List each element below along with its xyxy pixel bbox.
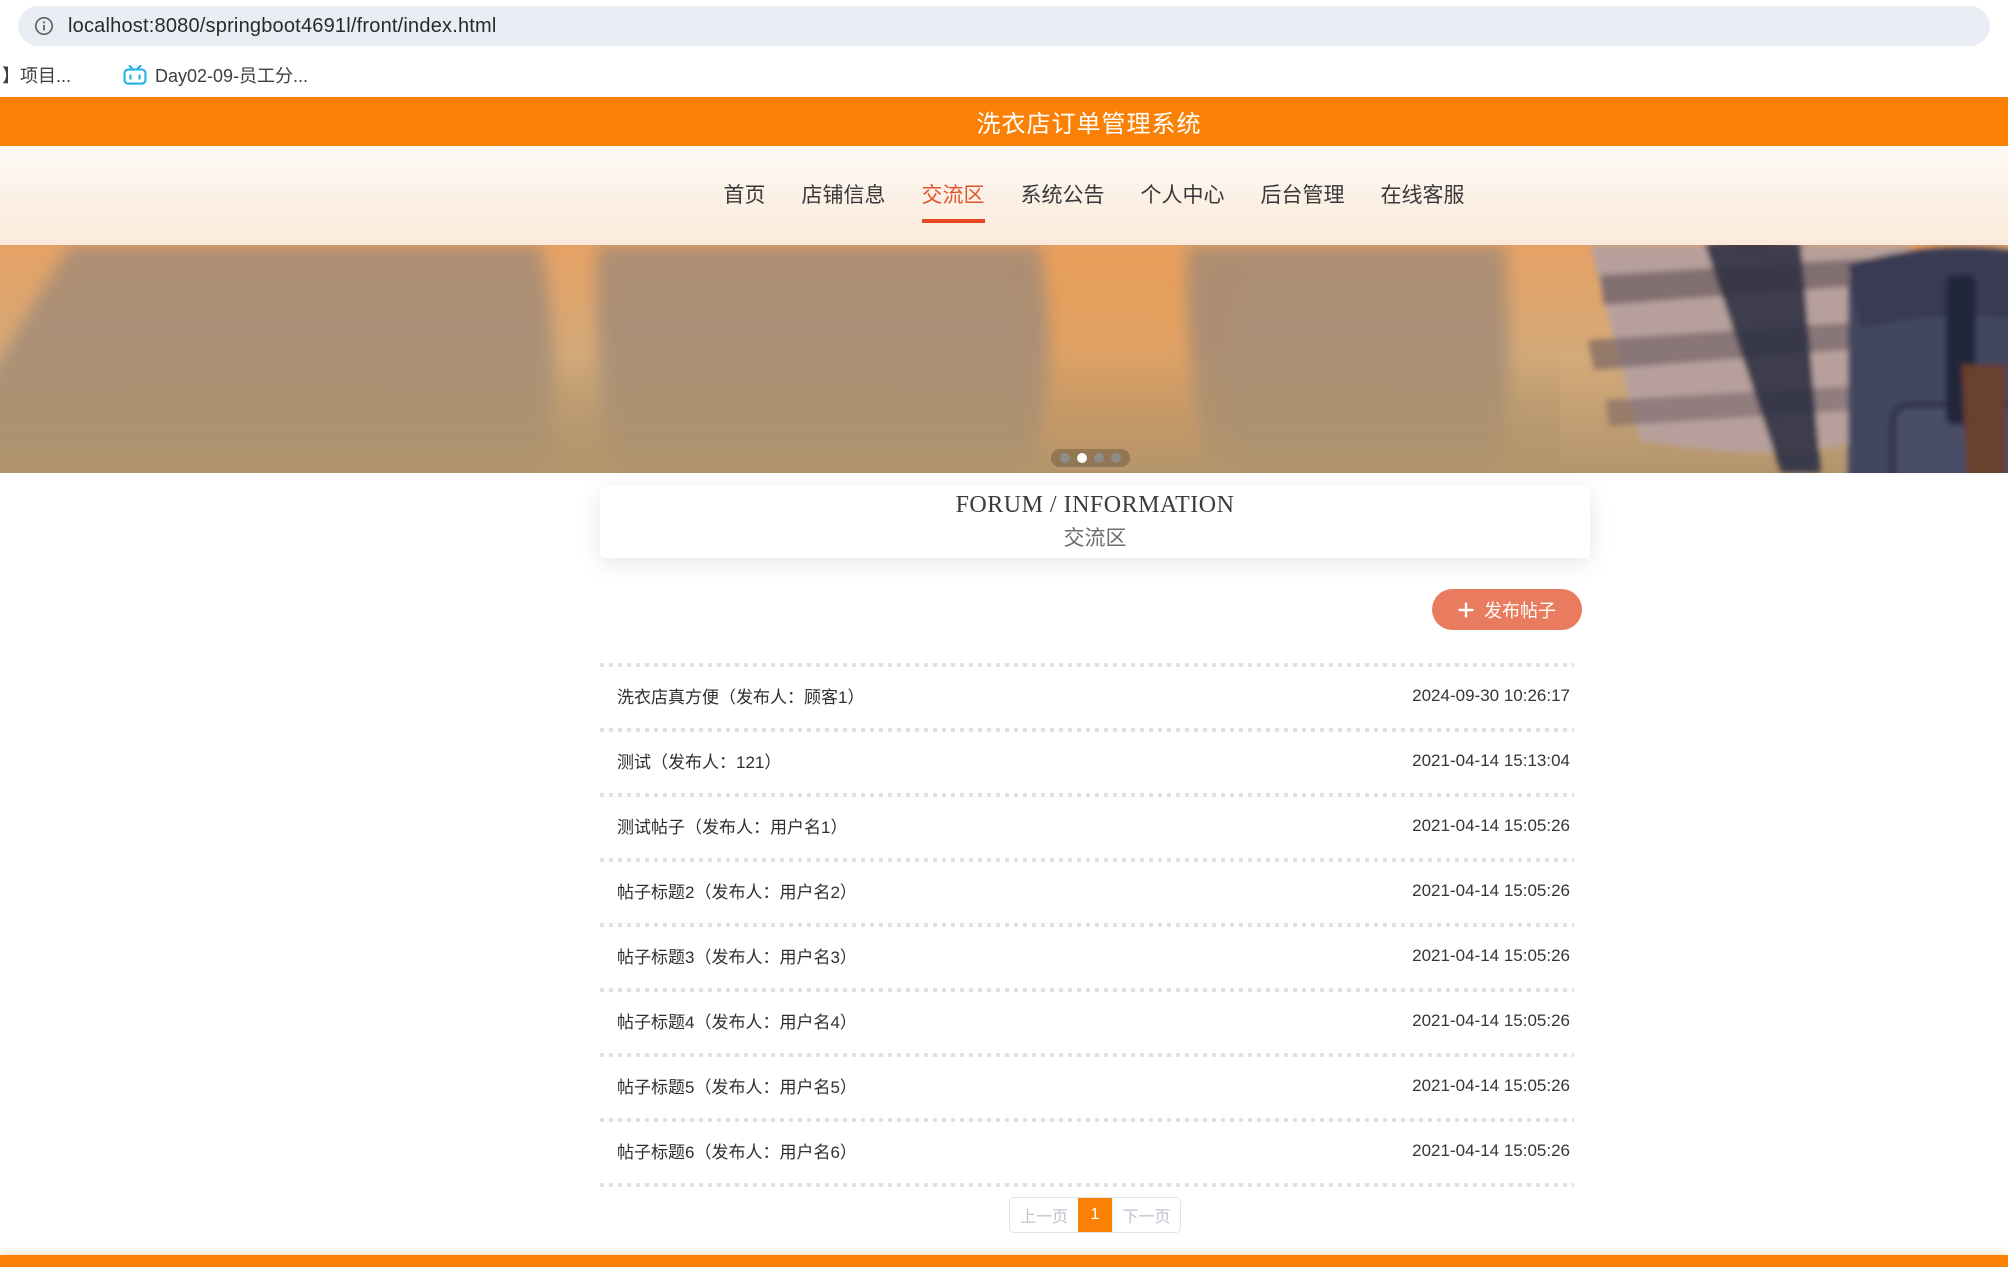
bookmark-label: 】项目...: [2, 65, 72, 86]
post-row[interactable]: 洗衣店真方便（发布人：顾客1） 2024-09-30 10:26:17: [600, 663, 1590, 728]
site-header: 洗衣店订单管理系统: [0, 97, 2008, 146]
section-header-card: FORUM / INFORMATION 交流区: [600, 486, 1590, 558]
main-content: FORUM / INFORMATION 交流区 发布帖子 洗衣店真方便（发布人：…: [600, 486, 1590, 1255]
current-page-button[interactable]: 1: [1078, 1198, 1112, 1232]
post-title: 测试帖子（发布人：用户名1）: [617, 818, 848, 837]
carousel-dot[interactable]: [1077, 453, 1087, 463]
post-timestamp: 2024-09-30 10:26:17: [1412, 685, 1570, 705]
url-bar[interactable]: localhost:8080/springboot4691l/front/ind…: [18, 6, 1990, 46]
post-title: 帖子标题2（发布人：用户名2）: [617, 883, 857, 902]
new-post-label: 发布帖子: [1484, 600, 1556, 621]
post-title: 测试（发布人：121）: [617, 753, 782, 772]
carousel-dot[interactable]: [1060, 453, 1070, 463]
actions-row: 发布帖子: [600, 589, 1590, 630]
main-nav: 首页 店铺信息 交流区 系统公告 个人中心 后台管理 在线客服: [724, 179, 1465, 245]
post-timestamp: 2021-04-14 15:13:04: [1412, 750, 1570, 770]
site-title: 洗衣店订单管理系统: [976, 111, 1202, 138]
post-row[interactable]: 帖子标题6（发布人：用户名6） 2021-04-14 15:05:26: [600, 1118, 1590, 1183]
post-row[interactable]: 帖子标题3（发布人：用户名3） 2021-04-14 15:05:26: [600, 923, 1590, 988]
bilibili-icon: [123, 64, 147, 85]
next-page-button[interactable]: 下一页: [1112, 1198, 1180, 1232]
post-timestamp: 2021-04-14 15:05:26: [1412, 1075, 1570, 1095]
nav-item[interactable]: 首页: [724, 179, 766, 223]
new-post-button[interactable]: 发布帖子: [1432, 589, 1582, 630]
post-row[interactable]: 测试（发布人：121） 2021-04-14 15:13:04: [600, 728, 1590, 793]
post-title: 洗衣店真方便（发布人：顾客1）: [617, 688, 865, 707]
nav-item[interactable]: 在线客服: [1381, 179, 1465, 223]
post-row[interactable]: 帖子标题2（发布人：用户名2） 2021-04-14 15:05:26: [600, 858, 1590, 923]
bookmark-day02[interactable]: Day02-09-员工分...: [123, 62, 308, 88]
post-timestamp: 2021-04-14 15:05:26: [1412, 1010, 1570, 1030]
bookmark-project[interactable]: 】项目...: [2, 62, 71, 88]
carousel-dots: [1051, 449, 1130, 467]
section-title: 交流区: [1063, 526, 1127, 550]
post-row[interactable]: 帖子标题4（发布人：用户名4） 2021-04-14 15:05:26: [600, 988, 1590, 1053]
post-timestamp: 2021-04-14 15:05:26: [1412, 945, 1570, 965]
post-list: 洗衣店真方便（发布人：顾客1） 2024-09-30 10:26:17 测试（发…: [600, 663, 1590, 1187]
nav-band: 首页 店铺信息 交流区 系统公告 个人中心 后台管理 在线客服: [0, 146, 2008, 245]
post-title: 帖子标题6（发布人：用户名6）: [617, 1143, 857, 1162]
post-timestamp: 2021-04-14 15:05:26: [1412, 880, 1570, 900]
nav-item[interactable]: 个人中心: [1141, 179, 1225, 223]
nav-item[interactable]: 后台管理: [1261, 179, 1345, 223]
nav-item[interactable]: 系统公告: [1021, 179, 1105, 223]
nav-item[interactable]: 店铺信息: [802, 179, 886, 223]
browser-toolbar: localhost:8080/springboot4691l/front/ind…: [0, 0, 2008, 52]
plus-icon: [1458, 601, 1474, 618]
bookmark-label: Day02-09-员工分...: [155, 65, 309, 86]
post-title: 帖子标题5（发布人：用户名5）: [617, 1078, 857, 1097]
pagination-row: 上一页 1 下一页: [600, 1197, 1590, 1233]
url-text[interactable]: localhost:8080/springboot4691l/front/ind…: [68, 15, 497, 38]
hero-banner-image: [0, 245, 2008, 473]
carousel-dot[interactable]: [1111, 453, 1121, 463]
nav-item[interactable]: 交流区: [921, 179, 985, 223]
post-row[interactable]: 帖子标题5（发布人：用户名5） 2021-04-14 15:05:26: [600, 1053, 1590, 1118]
site-footer: [0, 1255, 2008, 1267]
pagination: 上一页 1 下一页: [1009, 1197, 1181, 1233]
post-timestamp: 2021-04-14 15:05:26: [1412, 815, 1570, 835]
prev-page-button[interactable]: 上一页: [1010, 1198, 1078, 1232]
bookmarks-bar: 】项目... Day02-09-员工分...: [0, 52, 2008, 97]
post-title: 帖子标题3（发布人：用户名3）: [617, 948, 857, 967]
carousel-dot[interactable]: [1094, 453, 1104, 463]
post-timestamp: 2021-04-14 15:05:26: [1412, 1140, 1570, 1160]
page-info-icon[interactable]: [34, 16, 54, 36]
post-row[interactable]: 测试帖子（发布人：用户名1） 2021-04-14 15:05:26: [600, 793, 1590, 858]
hero-carousel: [0, 245, 2008, 473]
section-eyebrow: FORUM / INFORMATION: [955, 492, 1235, 518]
post-title: 帖子标题4（发布人：用户名4）: [617, 1013, 857, 1032]
